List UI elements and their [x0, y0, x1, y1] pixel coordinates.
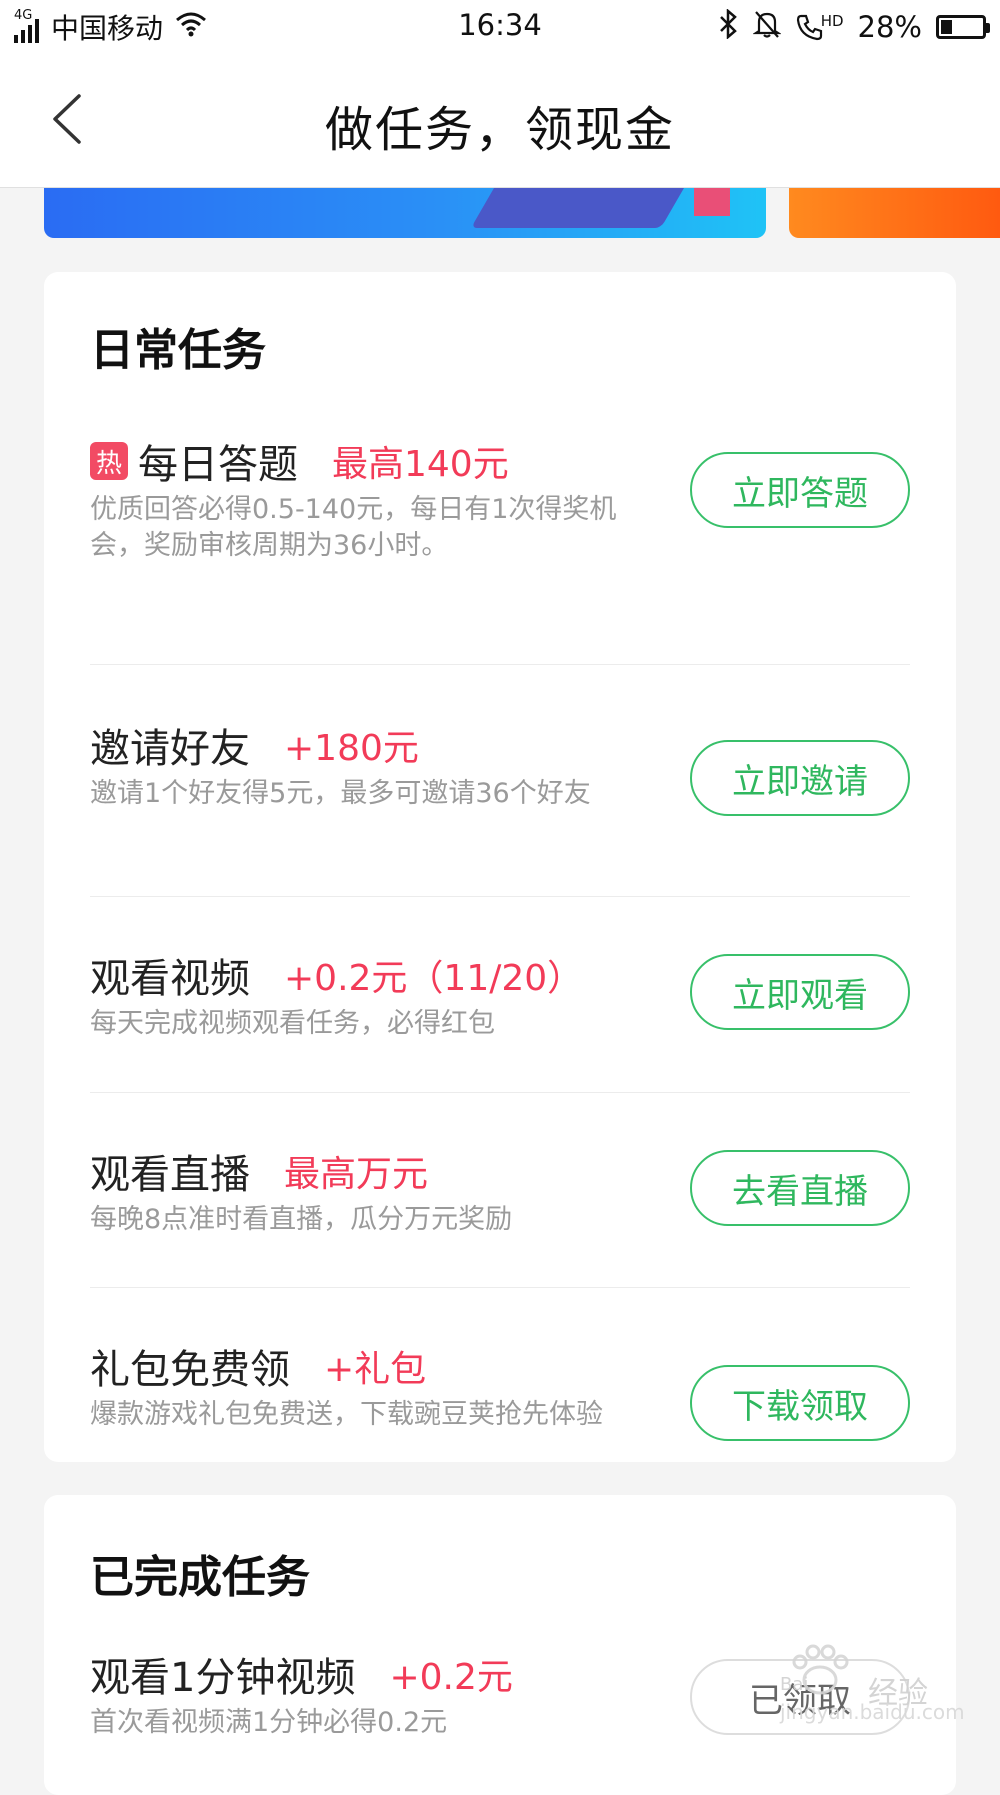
task-head: 观看视频 +0.2元（11/20）	[90, 946, 583, 1004]
navigation-bar: 做任务，领现金	[0, 54, 1000, 188]
hd-call-icon: HD	[795, 12, 844, 42]
hot-badge: 热	[90, 442, 128, 480]
banner-gift-illustration	[694, 188, 730, 216]
task-name: 观看1分钟视频	[90, 1655, 356, 1701]
battery-fill	[941, 20, 953, 34]
download-claim-button[interactable]: 下载领取	[690, 1365, 910, 1441]
task-row-watch-live: 观看直播 最高万元 每晚8点准时看直播，瓜分万元奖励 去看直播	[90, 1092, 910, 1288]
task-name: 邀请好友	[90, 726, 250, 772]
battery-icon	[936, 15, 990, 39]
page-title: 做任务，领现金	[324, 102, 675, 158]
task-description: 每晚8点准时看直播，瓜分万元奖励	[90, 1204, 513, 1235]
task-row-watch-video: 观看视频 +0.2元（11/20） 每天完成视频观看任务，必得红包 立即观看	[90, 896, 910, 1093]
hd-label: HD	[820, 12, 844, 30]
task-head: 观看1分钟视频 +0.2元	[90, 1645, 513, 1703]
battery-percent: 28%	[857, 10, 922, 44]
task-name: 观看视频	[90, 956, 250, 1002]
task-name: 观看直播	[90, 1152, 250, 1198]
mute-bell-icon	[752, 9, 782, 46]
invite-now-button[interactable]: 立即邀请	[690, 740, 910, 816]
banner-illustration	[470, 188, 708, 228]
task-head: 热 每日答题 最高140元	[90, 432, 509, 490]
task-reward: +180元	[284, 728, 419, 769]
task-head: 礼包免费领 +礼包	[90, 1337, 426, 1395]
task-description: 优质回答必得0.5-140元，每日有1次得奖机会，奖励审核周期为36小时。	[90, 494, 617, 561]
task-row-gift-pack: 礼包免费领 +礼包 爆款游戏礼包免费送，下载豌豆荚抢先体验 下载领取	[90, 1287, 910, 1462]
watch-now-button[interactable]: 立即观看	[690, 954, 910, 1030]
task-description: 邀请1个好友得5元，最多可邀请36个好友	[90, 778, 591, 809]
baidu-jingyan-watermark: Bai 经验 jingyan.baidu.com	[780, 1640, 980, 1760]
task-reward: 最高万元	[284, 1154, 429, 1195]
section-title-daily: 日常任务	[90, 325, 266, 376]
task-description: 每天完成视频观看任务，必得红包	[90, 1008, 495, 1039]
task-name: 礼包免费领	[90, 1347, 290, 1393]
task-reward: 最高140元	[332, 444, 509, 485]
task-description: 首次看视频满1分钟必得0.2元	[90, 1707, 448, 1738]
watermark-brand: Bai	[780, 1674, 809, 1695]
task-head: 观看直播 最高万元	[90, 1142, 428, 1200]
promo-banner[interactable]	[44, 188, 766, 238]
task-description: 爆款游戏礼包免费送，下载豌豆荚抢先体验	[90, 1399, 603, 1430]
watermark-url: jingyan.baidu.com	[780, 1700, 965, 1724]
task-reward: +0.2元	[389, 1657, 513, 1698]
task-name: 每日答题	[138, 442, 298, 488]
status-right: HD 28%	[717, 7, 990, 46]
section-title-completed: 已完成任务	[90, 1552, 310, 1603]
answer-now-button[interactable]: 立即答题	[690, 452, 910, 528]
task-row-daily-quiz: 热 每日答题 最高140元 优质回答必得0.5-140元，每日有1次得奖机会，奖…	[90, 432, 910, 665]
task-reward: +礼包	[324, 1349, 427, 1390]
status-bar: 4G 中国移动 16:34 HD 28%	[0, 0, 1000, 54]
go-watch-live-button[interactable]: 去看直播	[690, 1150, 910, 1226]
daily-tasks-card: 日常任务 热 每日答题 最高140元 优质回答必得0.5-140元，每日有1次得…	[44, 272, 956, 1462]
task-row-invite-friends: 邀请好友 +180元 邀请1个好友得5元，最多可邀请36个好友 立即邀请	[90, 664, 910, 897]
promo-banner-next[interactable]	[789, 188, 1000, 238]
task-reward: +0.2元（11/20）	[284, 958, 584, 999]
task-head: 邀请好友 +180元	[90, 716, 419, 774]
bluetooth-icon	[717, 7, 739, 46]
